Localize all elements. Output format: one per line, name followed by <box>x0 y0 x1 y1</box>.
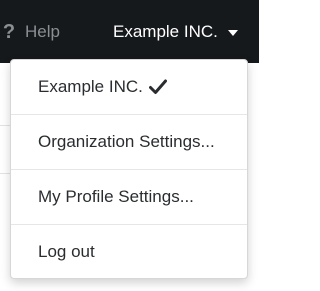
organization-dropdown-menu: Example INC. Organization Settings... My… <box>10 59 248 279</box>
menu-item-log-out[interactable]: Log out <box>11 225 247 278</box>
caret-down-icon <box>227 29 238 36</box>
menu-item-label: My Profile Settings... <box>38 187 194 206</box>
organization-name: Example INC. <box>113 22 218 41</box>
background-panel-edge <box>0 63 10 291</box>
menu-item-my-profile-settings[interactable]: My Profile Settings... <box>11 170 247 224</box>
menu-item-current-organization[interactable]: Example INC. <box>11 60 247 114</box>
menu-item-organization-settings[interactable]: Organization Settings... <box>11 115 247 169</box>
check-icon <box>148 79 167 94</box>
organization-dropdown-toggle[interactable]: Example INC. <box>113 20 238 44</box>
menu-item-label: Organization Settings... <box>38 132 215 151</box>
background-divider <box>0 125 10 126</box>
background-divider <box>0 173 10 174</box>
menu-item-label: Example INC. <box>38 77 143 96</box>
help-icon: ? <box>2 20 16 43</box>
help-link[interactable]: ? Help <box>2 20 60 44</box>
menu-item-label: Log out <box>38 242 95 261</box>
help-label: Help <box>25 22 60 41</box>
top-navigation-bar: ? Help Example INC. <box>0 0 259 63</box>
